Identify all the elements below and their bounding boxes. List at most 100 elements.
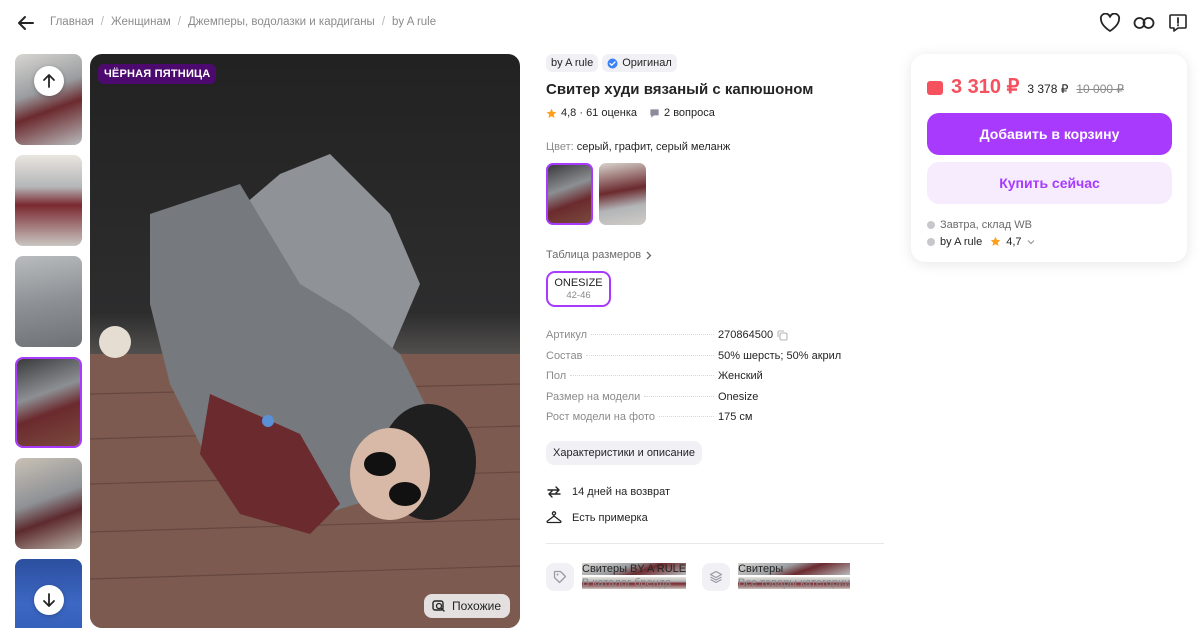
delivery-icon <box>927 220 935 229</box>
return-text: 14 дней на возврат <box>572 485 670 498</box>
brand-catalog-title: Свитеры BY A RULE <box>582 562 687 575</box>
spec-key: Рост модели на фото <box>546 411 656 423</box>
category-subtitle: Все товары категории <box>738 576 851 589</box>
back-arrow-icon[interactable] <box>15 12 37 34</box>
thumbnail-image <box>15 256 82 347</box>
badges-row: by A rule Оригинал <box>546 54 886 72</box>
thumbnail[interactable] <box>15 155 82 246</box>
breadcrumb-brand[interactable]: by A rule <box>392 16 436 28</box>
report-icon[interactable] <box>1166 11 1190 35</box>
size-range: 42-46 <box>566 290 591 301</box>
category-title: Свитеры <box>738 562 851 575</box>
spec-key: Состав <box>546 349 583 362</box>
scroll-down-button[interactable] <box>34 585 64 615</box>
hanger-icon <box>546 511 562 524</box>
brand-catalog-link[interactable]: Свитеры BY A RULE В каталог бренда <box>546 562 687 591</box>
tag-icon <box>546 562 574 591</box>
article-number: 270864500 <box>718 329 774 341</box>
spec-row: Артикул 270864500 <box>546 329 886 350</box>
spec-row: Состав 50% шерсть; 50% акрил <box>546 350 886 371</box>
return-arrows-icon <box>547 485 561 498</box>
spec-row: Пол Женский <box>546 370 886 391</box>
wallet-price: 3 310 ₽ <box>951 76 1020 98</box>
color-row: Цвет: серый, графит, серый меланж <box>546 141 886 153</box>
spec-value: 270864500 <box>718 329 886 341</box>
main-product-photo[interactable]: ЧЁРНАЯ ПЯТНИЦА Похожие <box>90 54 520 628</box>
original-label: Оригинал <box>622 57 672 69</box>
chat-icon <box>650 108 659 118</box>
catalog-links: Свитеры BY A RULE В каталог бренда Свите… <box>546 562 886 591</box>
breadcrumb-home[interactable]: Главная <box>50 16 94 28</box>
fitting-perk[interactable]: Есть примерка <box>546 505 886 531</box>
delivery-meta: Завтра, склад WB by A rule 4,7 <box>927 216 1171 250</box>
spec-value: 175 см <box>718 411 753 423</box>
delivery-row: Завтра, склад WB <box>927 216 1171 233</box>
heart-icon[interactable] <box>1098 11 1122 35</box>
return-perk[interactable]: 14 дней на возврат <box>546 479 886 505</box>
size-table-label: Таблица размеров <box>546 249 642 261</box>
old-price: 10 000 ₽ <box>1076 82 1125 96</box>
thumbnail-active[interactable] <box>15 357 82 448</box>
brand-catalog-subtitle: В каталог бренда <box>582 576 687 589</box>
buy-box: 3 310 ₽ 3 378 ₽ 10 000 ₽ Добавить в корз… <box>911 54 1187 262</box>
add-to-cart-button[interactable]: Добавить в корзину <box>927 113 1172 155</box>
questions-link[interactable]: 2 вопроса <box>649 107 715 119</box>
arrow-down-icon <box>43 593 55 607</box>
size-option-selected[interactable]: ONESIZE 42-46 <box>546 271 611 307</box>
seller-row[interactable]: by A rule 4,7 <box>927 233 1171 250</box>
layers-icon <box>702 562 731 591</box>
rating-link[interactable]: 4,8 · 61 оценка <box>546 107 637 119</box>
arrow-up-icon <box>43 74 55 88</box>
breadcrumb-category[interactable]: Джемперы, водолазки и кардиганы <box>188 16 375 28</box>
size-table-link[interactable]: Таблица размеров <box>546 249 886 261</box>
thumbnail-image <box>15 458 82 549</box>
specs-list: Артикул 270864500 Состав 50% шерсть; 50%… <box>546 329 886 432</box>
seller-name: by A rule <box>940 235 983 248</box>
delivery-text: Завтра, склад WB <box>940 218 1032 231</box>
seller-rating: 4,7 <box>1006 235 1022 248</box>
copy-icon[interactable] <box>777 329 788 341</box>
spec-row: Рост модели на фото 175 см <box>546 411 886 432</box>
brand-badge[interactable]: by A rule <box>546 54 599 72</box>
verified-icon <box>607 58 618 68</box>
chevron-down-icon <box>1027 239 1034 244</box>
similar-button[interactable]: Похожие <box>424 594 510 618</box>
thumbnail-image <box>15 155 82 246</box>
spec-key: Пол <box>546 370 567 382</box>
breadcrumb: Главная / Женщинам / Джемперы, водолазки и к… <box>50 16 437 28</box>
thumbnail-strip <box>15 54 83 628</box>
questions-text: 2 вопроса <box>664 107 715 119</box>
color-label: Цвет: <box>546 141 574 153</box>
color-swatches <box>546 163 886 225</box>
color-swatch-selected[interactable] <box>546 163 593 225</box>
divider <box>546 542 884 544</box>
chevron-right-icon <box>646 251 652 259</box>
search-image-icon <box>432 599 445 612</box>
spec-row: Размер на модели Onesize <box>546 391 886 412</box>
thumbnail[interactable] <box>15 256 82 347</box>
product-info: by A rule Оригинал Свитер худи вязаный с… <box>546 54 886 591</box>
star-icon <box>546 108 557 118</box>
original-badge[interactable]: Оригинал <box>602 54 677 72</box>
color-value: серый, графит, серый меланж <box>576 141 731 153</box>
rating-text: 4,8 · 61 оценка <box>561 107 638 119</box>
specs-description-button[interactable]: Характеристики и описание <box>546 440 702 465</box>
spec-key: Артикул <box>546 329 588 341</box>
wallet-icon <box>927 81 943 95</box>
fitting-text: Есть примерка <box>572 511 648 524</box>
buy-now-button[interactable]: Купить сейчас <box>927 162 1172 204</box>
similar-label: Похожие <box>452 599 501 613</box>
scroll-up-button[interactable] <box>34 66 64 96</box>
breadcrumb-women[interactable]: Женщинам <box>111 16 171 28</box>
perks-list: 14 дней на возврат Есть примерка <box>546 479 886 531</box>
thumbnail[interactable] <box>15 458 82 549</box>
category-link[interactable]: Свитеры Все товары категории <box>702 562 851 591</box>
photo-illustration <box>90 154 520 628</box>
regular-price: 3 378 ₽ <box>1027 82 1069 96</box>
color-swatch[interactable] <box>599 163 646 225</box>
product-title: Свитер худи вязаный с капюшоном <box>546 81 814 98</box>
spec-value: 50% шерсть; 50% акрил <box>718 349 842 362</box>
thumbnail-image <box>17 359 80 446</box>
link-icon[interactable] <box>1132 11 1156 35</box>
brand-name: by A rule <box>551 57 594 69</box>
